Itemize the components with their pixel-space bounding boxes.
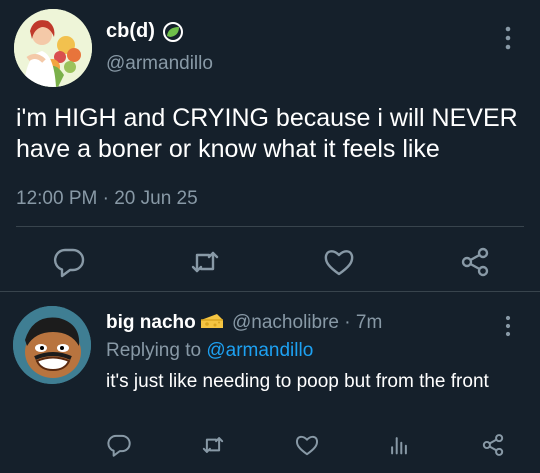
share-icon[interactable] bbox=[458, 245, 492, 279]
author-handle[interactable]: @armandillo bbox=[106, 53, 213, 75]
more-options-icon[interactable] bbox=[500, 313, 516, 339]
retweet-icon[interactable] bbox=[188, 245, 222, 279]
mention-link[interactable]: @armandillo bbox=[206, 340, 313, 361]
replying-to: Replying to @armandillo bbox=[106, 340, 313, 362]
like-icon[interactable] bbox=[322, 245, 356, 279]
tweet-thread: cb(d) @armandillo i'm HIGH and CRYING be… bbox=[0, 0, 540, 473]
author-name[interactable]: cb(d) bbox=[106, 20, 155, 43]
meta-separator: · bbox=[344, 312, 351, 333]
reply-tweet: big nacho @nacholibre · 7m Replying to @… bbox=[0, 293, 540, 473]
replying-label: Replying to bbox=[106, 340, 202, 361]
like-icon[interactable] bbox=[294, 432, 320, 458]
cheese-icon bbox=[200, 312, 224, 330]
tweet-time: 12:00 PM bbox=[16, 188, 98, 209]
share-icon[interactable] bbox=[480, 432, 506, 458]
divider bbox=[16, 226, 524, 227]
retweet-icon[interactable] bbox=[200, 432, 226, 458]
tweet-text: i'm HIGH and CRYING because i will NEVER… bbox=[16, 104, 518, 163]
author-handle[interactable]: @nacholibre bbox=[232, 312, 339, 333]
timestamp-separator: · bbox=[102, 188, 109, 209]
leaf-icon bbox=[162, 21, 184, 43]
reply-header: big nacho @nacholibre · 7m bbox=[106, 312, 382, 334]
divider bbox=[0, 291, 540, 292]
main-tweet: cb(d) @armandillo i'm HIGH and CRYING be… bbox=[0, 0, 540, 292]
more-options-icon[interactable] bbox=[500, 24, 516, 52]
avatar[interactable] bbox=[14, 9, 92, 87]
tweet-date: 20 Jun 25 bbox=[114, 188, 198, 209]
analytics-icon[interactable] bbox=[386, 432, 412, 458]
reply-icon[interactable] bbox=[52, 245, 86, 279]
avatar[interactable] bbox=[13, 306, 91, 384]
tweet-timestamp[interactable]: 12:00 PM · 20 Jun 25 bbox=[16, 188, 198, 210]
reply-icon[interactable] bbox=[106, 432, 132, 458]
reply-time[interactable]: 7m bbox=[356, 312, 382, 333]
reply-text: it's just like needing to poop but from … bbox=[106, 371, 489, 392]
author-name[interactable]: big nacho bbox=[106, 312, 196, 333]
